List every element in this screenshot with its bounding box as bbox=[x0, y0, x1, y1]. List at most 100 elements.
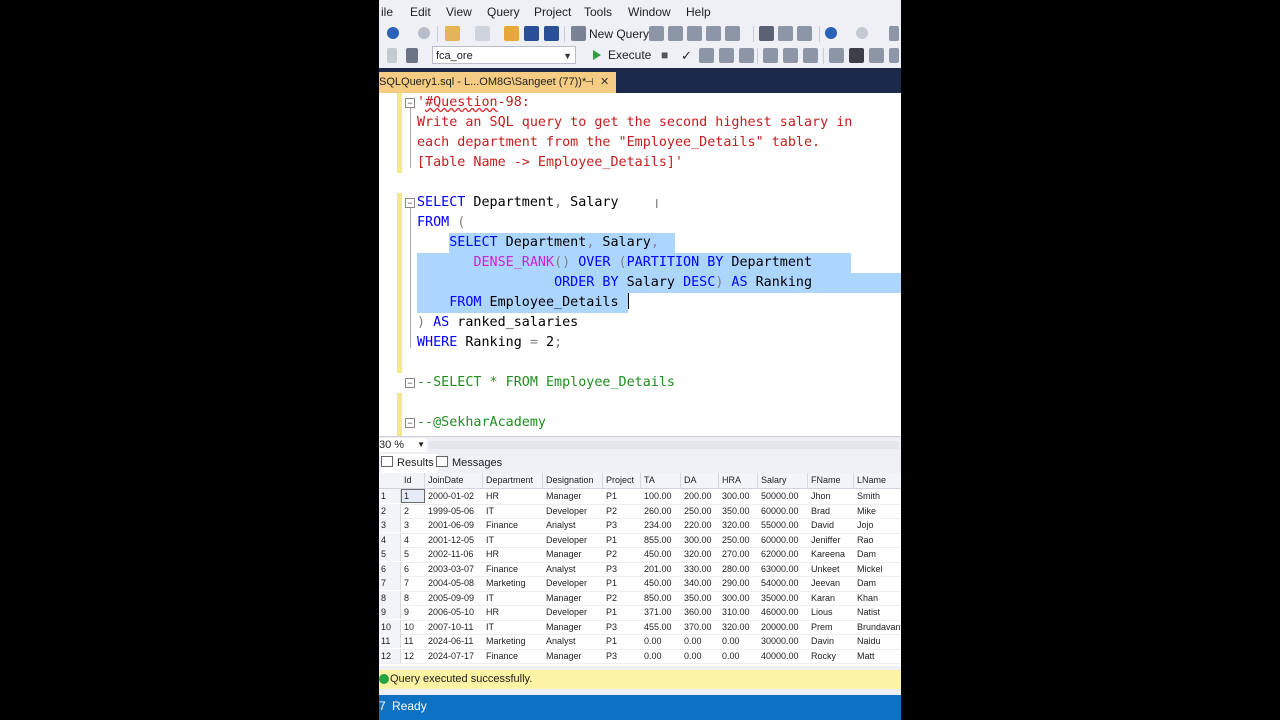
table-cell[interactable]: P1 bbox=[606, 489, 641, 503]
table-cell[interactable]: 340.00 bbox=[684, 576, 719, 590]
table-cell[interactable]: David bbox=[811, 518, 854, 532]
open-file-icon[interactable] bbox=[504, 26, 519, 41]
table-cell[interactable]: 320.00 bbox=[684, 547, 719, 561]
change-connection-icon[interactable] bbox=[406, 48, 418, 63]
table-cell[interactable]: Brad bbox=[811, 504, 854, 518]
table-cell[interactable]: Mike bbox=[857, 504, 901, 518]
table-row[interactable]: 12 12 2024-07-17 Finance Manager P3 0.00 0.00 0.… bbox=[379, 648, 901, 664]
table-cell[interactable]: 60000.00 bbox=[761, 504, 808, 518]
table-row[interactable]: 8 8 2005-09-09 IT Manager P2 850.00 350.00 300.0… bbox=[379, 590, 901, 606]
table-cell[interactable]: 20000.00 bbox=[761, 620, 808, 634]
table-cell[interactable]: 11 bbox=[404, 634, 425, 648]
table-cell[interactable]: 0.00 bbox=[644, 649, 681, 663]
table-row[interactable]: 5 5 2002-11-06 HR Manager P2 450.00 320.00 270.0… bbox=[379, 547, 901, 563]
table-cell[interactable]: 450.00 bbox=[644, 576, 681, 590]
table-row[interactable]: 10 10 2007-10-11 IT Manager P3 455.00 370.00 320… bbox=[379, 619, 901, 635]
redo-icon[interactable] bbox=[856, 27, 868, 39]
table-cell[interactable]: P2 bbox=[606, 504, 641, 518]
table-row[interactable]: 2 2 1999-05-06 IT Developer P2 260.00 250.00 350… bbox=[379, 503, 901, 519]
table-row[interactable]: 3 3 2001-06-09 Finance Analyst P3 234.00 220.00… bbox=[379, 518, 901, 534]
new-project-icon[interactable] bbox=[445, 26, 460, 41]
table-cell[interactable]: 2024-06-11 bbox=[428, 634, 483, 648]
table-cell[interactable]: 2005-09-09 bbox=[428, 591, 483, 605]
table-cell[interactable]: Finance bbox=[486, 562, 543, 576]
table-cell[interactable]: 10 bbox=[404, 620, 425, 634]
table-cell[interactable]: P2 bbox=[606, 547, 641, 561]
table-cell[interactable]: P1 bbox=[606, 634, 641, 648]
collapse-icon[interactable]: − bbox=[405, 378, 415, 388]
table-cell[interactable]: 2001-12-05 bbox=[428, 533, 483, 547]
execute-button[interactable]: Execute bbox=[590, 46, 652, 65]
table-cell[interactable]: 320.00 bbox=[722, 518, 758, 532]
column-header[interactable]: LName bbox=[854, 473, 901, 488]
table-cell[interactable]: Dam bbox=[857, 547, 901, 561]
live-stats-icon[interactable] bbox=[783, 48, 798, 63]
table-cell[interactable]: 46000.00 bbox=[761, 605, 808, 619]
collapse-icon[interactable]: − bbox=[405, 98, 415, 108]
results-to-file-icon[interactable] bbox=[869, 48, 884, 63]
table-cell[interactable]: 2 bbox=[404, 504, 425, 518]
intellisense-icon[interactable] bbox=[739, 48, 754, 63]
table-cell[interactable]: 55000.00 bbox=[761, 518, 808, 532]
new-file-icon[interactable] bbox=[475, 26, 490, 41]
table-cell[interactable]: 0.00 bbox=[644, 634, 681, 648]
table-cell[interactable]: 2006-05-10 bbox=[428, 605, 483, 619]
table-cell[interactable]: IT bbox=[486, 533, 543, 547]
new-query-button[interactable]: New Query bbox=[589, 27, 649, 41]
table-cell[interactable]: 100.00 bbox=[644, 489, 681, 503]
table-cell[interactable]: 4 bbox=[404, 533, 425, 547]
table-cell[interactable]: 63000.00 bbox=[761, 562, 808, 576]
table-cell[interactable]: Prem bbox=[811, 620, 854, 634]
table-cell[interactable]: Developer bbox=[546, 533, 603, 547]
table-cell[interactable]: Analyst bbox=[546, 562, 603, 576]
table-cell[interactable]: 2007-10-11 bbox=[428, 620, 483, 634]
client-stats-icon[interactable] bbox=[803, 48, 818, 63]
table-cell[interactable]: 35000.00 bbox=[761, 591, 808, 605]
row-number[interactable]: 5 bbox=[379, 547, 401, 561]
table-cell[interactable]: 1 bbox=[401, 489, 425, 503]
collapse-icon[interactable]: − bbox=[405, 198, 415, 208]
close-icon[interactable]: ✕ bbox=[600, 72, 609, 93]
table-cell[interactable]: 0.00 bbox=[722, 649, 758, 663]
table-cell[interactable]: IT bbox=[486, 504, 543, 518]
column-header[interactable]: Id bbox=[401, 473, 425, 488]
column-header[interactable]: TA bbox=[641, 473, 681, 488]
table-cell[interactable]: Developer bbox=[546, 605, 603, 619]
table-cell[interactable]: 350.00 bbox=[722, 504, 758, 518]
table-cell[interactable]: Smith bbox=[857, 489, 901, 503]
menu-file[interactable]: ile bbox=[381, 5, 393, 19]
table-cell[interactable]: 9 bbox=[404, 605, 425, 619]
column-header[interactable]: DA bbox=[681, 473, 719, 488]
connect-icon[interactable] bbox=[387, 48, 397, 63]
table-cell[interactable]: 201.00 bbox=[644, 562, 681, 576]
table-cell[interactable]: Analyst bbox=[546, 634, 603, 648]
row-number[interactable]: 11 bbox=[379, 634, 401, 648]
table-row[interactable]: 9 9 2006-05-10 HR Developer P1 371.00 360.00 310… bbox=[379, 605, 901, 621]
table-cell[interactable]: P3 bbox=[606, 620, 641, 634]
table-cell[interactable]: Khan bbox=[857, 591, 901, 605]
overflow-icon[interactable] bbox=[889, 26, 899, 41]
table-cell[interactable]: Marketing bbox=[486, 634, 543, 648]
table-cell[interactable]: HR bbox=[486, 547, 543, 561]
row-number[interactable]: 8 bbox=[379, 590, 401, 605]
table-cell[interactable]: 30000.00 bbox=[761, 634, 808, 648]
table-cell[interactable]: 371.00 bbox=[644, 605, 681, 619]
row-number[interactable]: 6 bbox=[379, 561, 401, 576]
table-row[interactable]: 4 4 2001-12-05 IT Developer P1 855.00 300.00 250… bbox=[379, 532, 901, 548]
table-cell[interactable]: 250.00 bbox=[684, 504, 719, 518]
table-cell[interactable]: 60000.00 bbox=[761, 533, 808, 547]
table-cell[interactable]: 2004-05-08 bbox=[428, 576, 483, 590]
table-cell[interactable]: P1 bbox=[606, 533, 641, 547]
forward-arrow-icon[interactable] bbox=[418, 27, 430, 39]
table-cell[interactable]: 6 bbox=[404, 562, 425, 576]
table-cell[interactable]: HR bbox=[486, 605, 543, 619]
results-to-text-icon[interactable] bbox=[829, 48, 844, 63]
dax-query-icon[interactable] bbox=[725, 26, 740, 41]
row-number[interactable]: 12 bbox=[379, 648, 401, 663]
table-cell[interactable]: Naidu bbox=[857, 634, 901, 648]
table-cell[interactable]: Brundavan bbox=[857, 620, 901, 634]
table-cell[interactable]: 330.00 bbox=[684, 562, 719, 576]
menu-view[interactable]: View bbox=[446, 5, 472, 19]
horizontal-scrollbar[interactable] bbox=[429, 441, 899, 449]
table-cell[interactable]: 12 bbox=[404, 649, 425, 663]
